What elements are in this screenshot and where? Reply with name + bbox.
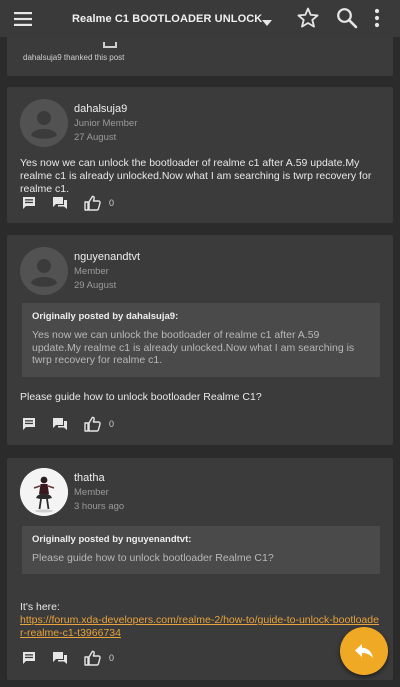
avatar[interactable] (20, 99, 68, 147)
quote-text: Yes now we can unlock the bootloader of … (32, 329, 355, 366)
user-rank: Junior Member (74, 118, 138, 129)
post-date: 27 August (74, 132, 117, 143)
avatar[interactable] (20, 468, 68, 516)
quote-block: Originally posted by nguyenandtvt: Pleas… (22, 526, 380, 574)
post-body: It's here: https://forum.xda-developers.… (20, 601, 380, 640)
comment-icon[interactable] (22, 651, 36, 665)
star-icon[interactable] (296, 6, 320, 35)
thumbs-up-icon[interactable] (84, 416, 101, 432)
user-rank: Member (74, 266, 109, 277)
guide-link[interactable]: https://forum.xda-developers.com/realme-… (20, 614, 380, 640)
post-card: thatha Member 3 hours ago Originally pos… (7, 458, 393, 680)
avatar[interactable] (20, 247, 68, 295)
quote-reply-icon[interactable] (52, 196, 68, 210)
search-icon[interactable] (336, 7, 358, 34)
quote-block: Originally posted by dahalsuja9: Yes now… (22, 303, 380, 377)
reply-icon (355, 644, 373, 658)
page-title[interactable]: Realme C1 BOOTLOADER UNLOCK (72, 13, 262, 25)
post-body: Please guide how to unlock bootloader Re… (20, 391, 262, 403)
dropdown-caret-icon[interactable] (262, 13, 272, 31)
like-count: 0 (109, 419, 115, 429)
comment-icon[interactable] (22, 196, 36, 210)
username[interactable]: nguyenandtvt (74, 251, 140, 263)
thanked-text: dahalsuja9 thanked this post (23, 53, 125, 62)
post-card: nguyenandtvt Member 29 August Originally… (7, 235, 393, 445)
quote-reply-icon[interactable] (52, 651, 68, 665)
post-date: 3 hours ago (74, 501, 125, 512)
post-body: Yes now we can unlock the bootloader of … (20, 157, 372, 195)
hamburger-menu-icon[interactable] (0, 0, 46, 37)
thumbs-up-icon[interactable] (84, 650, 101, 666)
comment-icon[interactable] (22, 417, 36, 431)
like-count: 0 (109, 653, 115, 663)
post-actions: 0 (22, 649, 114, 667)
quote-header: Originally posted by nguyenandtvt: (32, 534, 192, 545)
user-rank: Member (74, 487, 109, 498)
thumbs-up-icon[interactable] (84, 195, 101, 211)
post-card: dahalsuja9 Junior Member 27 August Yes n… (7, 87, 393, 223)
quote-text: Please guide how to unlock bootloader Re… (32, 552, 274, 564)
quote-header: Originally posted by dahalsuja9: (32, 311, 179, 322)
post-body-prefix: It's here: (20, 601, 60, 613)
username[interactable]: thatha (74, 472, 105, 484)
quote-reply-icon[interactable] (52, 417, 68, 431)
username[interactable]: dahalsuja9 (74, 103, 127, 115)
like-count: 0 (109, 198, 115, 208)
post-date: 29 August (74, 280, 117, 291)
post-actions: 0 (22, 415, 114, 433)
app-bar: Realme C1 BOOTLOADER UNLOCK (0, 0, 400, 37)
reply-button[interactable] (340, 627, 388, 675)
more-vert-icon[interactable] (374, 8, 380, 33)
post-actions: 0 (22, 194, 114, 212)
